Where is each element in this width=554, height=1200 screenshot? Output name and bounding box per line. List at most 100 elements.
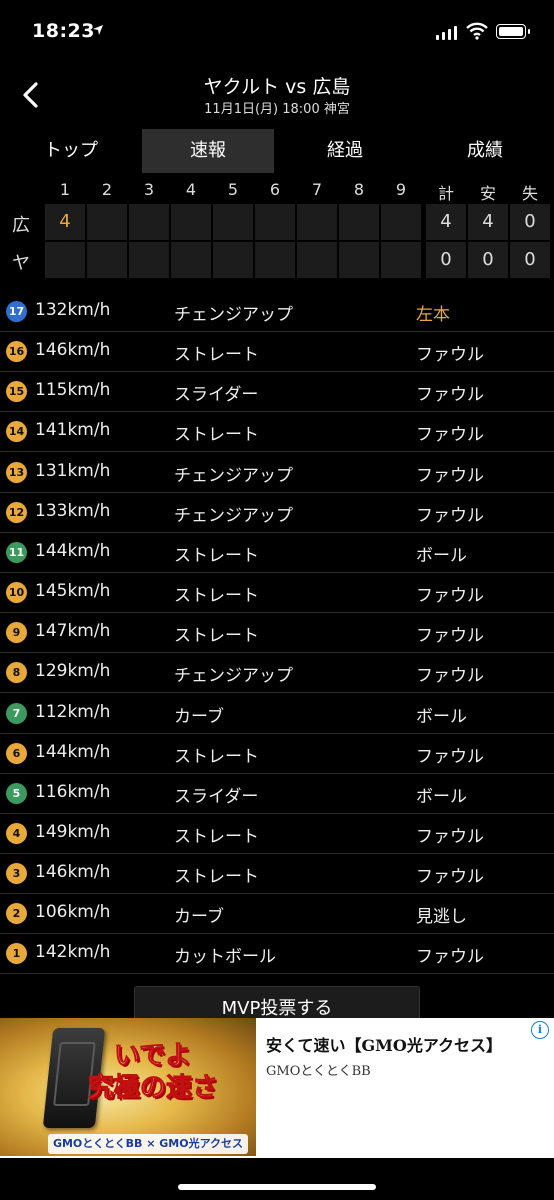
pitch-row[interactable]: 5 116km/h スライダー ボール (0, 774, 554, 814)
pitch-row[interactable]: 9 147km/h ストレート ファウル (0, 613, 554, 654)
pitch-result: ファウル (416, 947, 484, 968)
pitch-type: ストレート (174, 867, 259, 888)
pitch-speed: 149km/h (35, 821, 111, 842)
inning-score-cell (339, 242, 379, 278)
pitch-speed: 131km/h (35, 460, 111, 481)
tab-live[interactable]: 速報 (142, 129, 274, 173)
battery-icon (496, 24, 530, 39)
pitch-type: ストレート (174, 425, 259, 446)
pitch-type: ストレート (174, 826, 259, 847)
pitch-number-badge: 4 (6, 822, 27, 844)
pitch-row[interactable]: 15 115km/h スライダー ファウル (0, 372, 554, 413)
pitch-type: チェンジアップ (174, 505, 293, 526)
inning-header: 7 (311, 180, 323, 199)
pitch-row[interactable]: 7 112km/h カーブ ボール (0, 694, 554, 734)
pitch-number-badge: 14 (6, 421, 27, 443)
inning-score-cell (255, 204, 295, 240)
inning-score-cell (129, 242, 169, 278)
inning-header: 5 (227, 180, 239, 199)
pitch-row[interactable]: 6 144km/h ストレート ファウル (0, 734, 554, 774)
tab-bar: トップ 速報 経過 成績 (0, 129, 554, 173)
pitch-result: ファウル (416, 385, 484, 406)
inning-header: 9 (395, 180, 407, 199)
tab-progress[interactable]: 経過 (274, 129, 416, 173)
inning-header: 2 (101, 180, 113, 199)
ad-title[interactable]: 安くて速い【GMO光アクセス】 (266, 1032, 502, 1056)
pitch-type: ストレート (174, 545, 259, 566)
pitch-type: カットボール (174, 947, 276, 968)
pitch-type: チェンジアップ (174, 465, 293, 486)
pitch-speed: 112km/h (35, 701, 111, 722)
inning-header: 3 (143, 180, 155, 199)
total-header: 失 (521, 184, 538, 203)
inning-header: 4 (185, 180, 197, 199)
pitch-row[interactable]: 4 149km/h ストレート ファウル (0, 814, 554, 854)
ad-banner[interactable]: いでよ 究極の速さ GMOとくとくBB × GMO光アクセス 安くて速い【GMO… (0, 1018, 554, 1158)
pitch-row[interactable]: 10 145km/h ストレート ファウル (0, 573, 554, 614)
inning-score-cell (255, 242, 295, 278)
pitch-row[interactable]: 17 132km/h チェンジアップ 左本 (0, 292, 554, 332)
pitch-result: 左本 (416, 305, 450, 325)
pitch-number-badge: 17 (6, 301, 27, 322)
ad-catch-line2: 究極の速さ (87, 1073, 219, 1104)
pitch-row[interactable]: 13 131km/h チェンジアップ ファウル (0, 453, 554, 493)
ad-info-icon[interactable]: i (531, 1021, 549, 1039)
pitch-type: スライダー (174, 385, 259, 406)
pitch-number-badge: 7 (6, 702, 27, 724)
pitch-number-badge: 8 (6, 662, 27, 684)
pitch-row[interactable]: 12 133km/h チェンジアップ ファウル (0, 493, 554, 533)
pitch-result: 見逃し (416, 907, 467, 928)
pitch-type: チェンジアップ (174, 305, 293, 325)
pitch-result: ファウル (416, 666, 484, 687)
pitch-result: ファウル (416, 626, 484, 647)
status-time: 18:23 (32, 20, 95, 42)
inning-header: 6 (269, 180, 281, 199)
cellular-signal-icon (436, 26, 457, 40)
pitch-number-badge: 6 (6, 742, 27, 764)
ad-brand-logos: GMOとくとくBB × GMO光アクセス (48, 1134, 248, 1154)
pitch-result: ファウル (416, 746, 484, 767)
pitch-number-badge: 15 (6, 381, 27, 403)
pitch-row[interactable]: 2 106km/h カーブ 見逃し (0, 894, 554, 935)
inning-score-cell (213, 242, 253, 278)
home-indicator (178, 1184, 376, 1190)
team-label: ヤ (12, 253, 30, 274)
pitch-speed: 142km/h (35, 942, 111, 963)
status-bar: 18:23 (0, 0, 554, 66)
inning-score-cell (297, 204, 337, 240)
inning-score-cell (381, 204, 421, 240)
pitch-result: ファウル (416, 505, 484, 526)
inning-score-cell (171, 242, 211, 278)
inning-header: 1 (59, 180, 71, 199)
pitch-row[interactable]: 16 146km/h ストレート ファウル (0, 332, 554, 373)
pitch-speed: 133km/h (35, 500, 111, 521)
total-score-cell: 0 (510, 242, 550, 278)
inning-score-cell (381, 242, 421, 278)
total-score-cell: 4 (468, 204, 508, 240)
pitch-speed: 145km/h (35, 581, 111, 602)
ad-image[interactable]: いでよ 究極の速さ GMOとくとくBB × GMO光アクセス (0, 1018, 256, 1156)
total-score-cell: 0 (510, 204, 550, 240)
pitch-row[interactable]: 14 141km/h ストレート ファウル (0, 412, 554, 453)
inning-score-cell (45, 242, 85, 278)
pitch-number-badge: 2 (6, 903, 27, 925)
wifi-icon (466, 22, 488, 40)
inning-score-cell (87, 204, 127, 240)
inning-score-cell (87, 242, 127, 278)
pitch-result: ファウル (416, 345, 484, 366)
pitch-number-badge: 9 (6, 622, 27, 644)
pitch-row[interactable]: 8 129km/h チェンジアップ ファウル (0, 653, 554, 694)
pitch-row[interactable]: 11 144km/h ストレート ボール (0, 533, 554, 573)
pitch-speed: 141km/h (35, 420, 111, 441)
pitch-number-badge: 11 (6, 541, 27, 563)
tab-stats[interactable]: 成績 (416, 129, 554, 173)
pitch-result: ファウル (416, 465, 484, 486)
pitch-row[interactable]: 1 142km/h カットボール ファウル (0, 934, 554, 975)
pitch-row[interactable]: 3 146km/h ストレート ファウル (0, 854, 554, 895)
pitch-type: ストレート (174, 345, 259, 366)
pitch-speed: 132km/h (35, 300, 111, 320)
pitch-speed: 146km/h (35, 862, 111, 883)
pitch-speed: 129km/h (35, 661, 111, 682)
tab-top[interactable]: トップ (0, 129, 142, 173)
pitch-speed: 144km/h (35, 540, 111, 561)
